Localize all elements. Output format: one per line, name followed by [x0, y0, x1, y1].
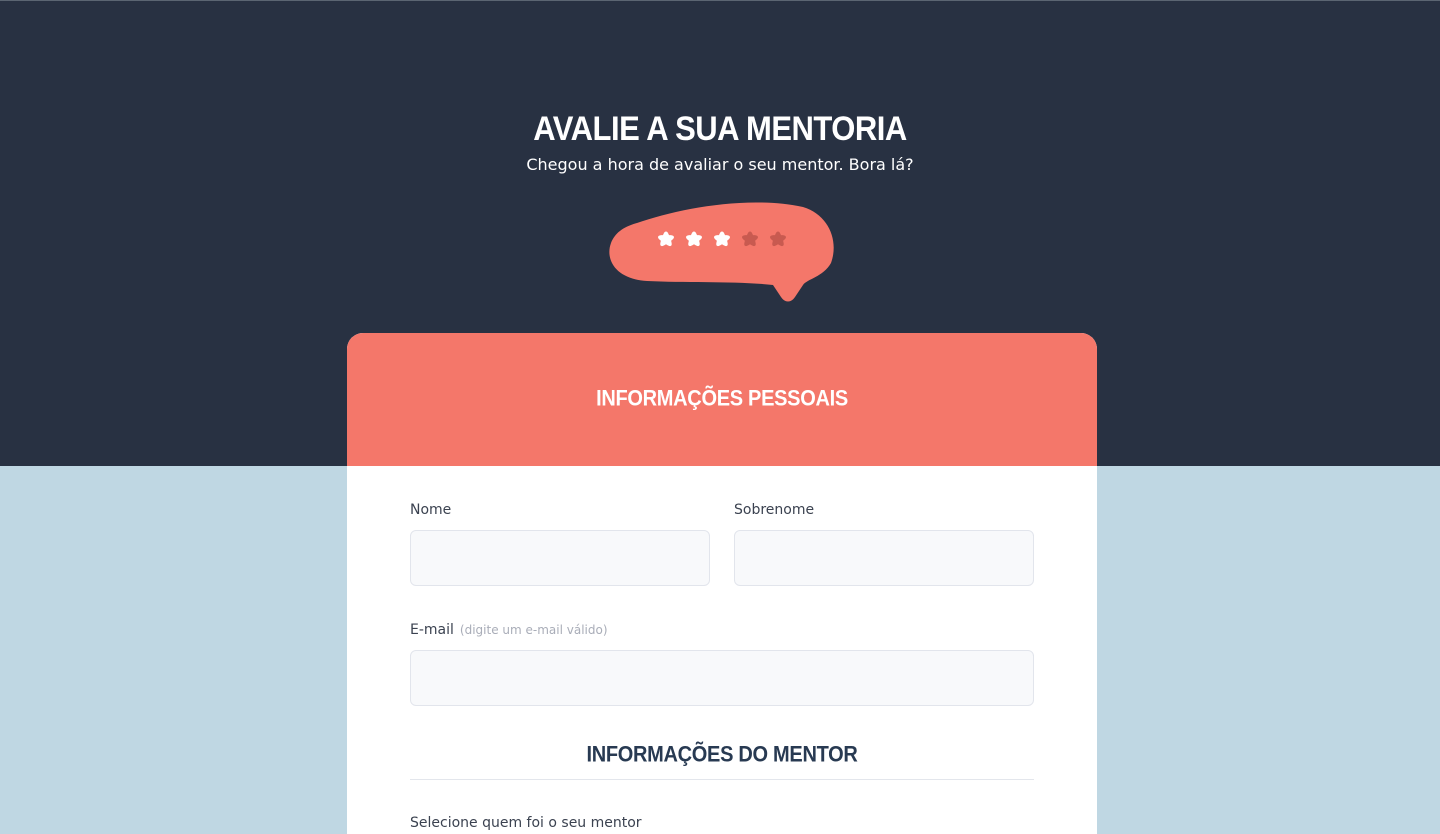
name-row: Nome Sobrenome [410, 502, 1034, 586]
page-title: Avalie a sua mentoria [533, 108, 907, 149]
email-group: E-mail (digite um e-mail válido) [410, 622, 1034, 706]
form-body: Nome Sobrenome E-mail (digite um e-mail v… [347, 466, 1097, 831]
first-name-label: Nome [410, 502, 452, 518]
last-name-group: Sobrenome [734, 502, 1034, 586]
star-rating[interactable] [653, 229, 791, 255]
email-label: E-mail [410, 622, 454, 638]
star-icon[interactable] [709, 229, 735, 255]
mentor-info-title: Informações do mentor [586, 742, 858, 768]
page-subtitle: Chegou a hora de avaliar o seu mentor. B… [526, 155, 914, 174]
first-name-group: Nome [410, 502, 710, 586]
star-icon[interactable] [737, 229, 763, 255]
email-input[interactable] [410, 650, 1034, 706]
star-icon[interactable] [681, 229, 707, 255]
personal-info-title: Informações pessoais [596, 386, 848, 412]
personal-info-header: Informações pessoais [347, 333, 1097, 466]
form-card: Informações pessoais Nome Sobrenome E-ma… [347, 333, 1097, 834]
first-name-input[interactable] [410, 530, 710, 586]
last-name-label: Sobrenome [734, 502, 815, 518]
email-hint: (digite um e-mail válido) [459, 623, 608, 637]
mentor-select-label: Selecione quem foi o seu mentor [410, 815, 642, 831]
email-label-row: E-mail (digite um e-mail válido) [410, 622, 1034, 639]
last-name-input[interactable] [734, 530, 1034, 586]
mentor-info-header: Informações do mentor [410, 742, 1034, 780]
star-icon[interactable] [653, 229, 679, 255]
star-icon[interactable] [765, 229, 791, 255]
